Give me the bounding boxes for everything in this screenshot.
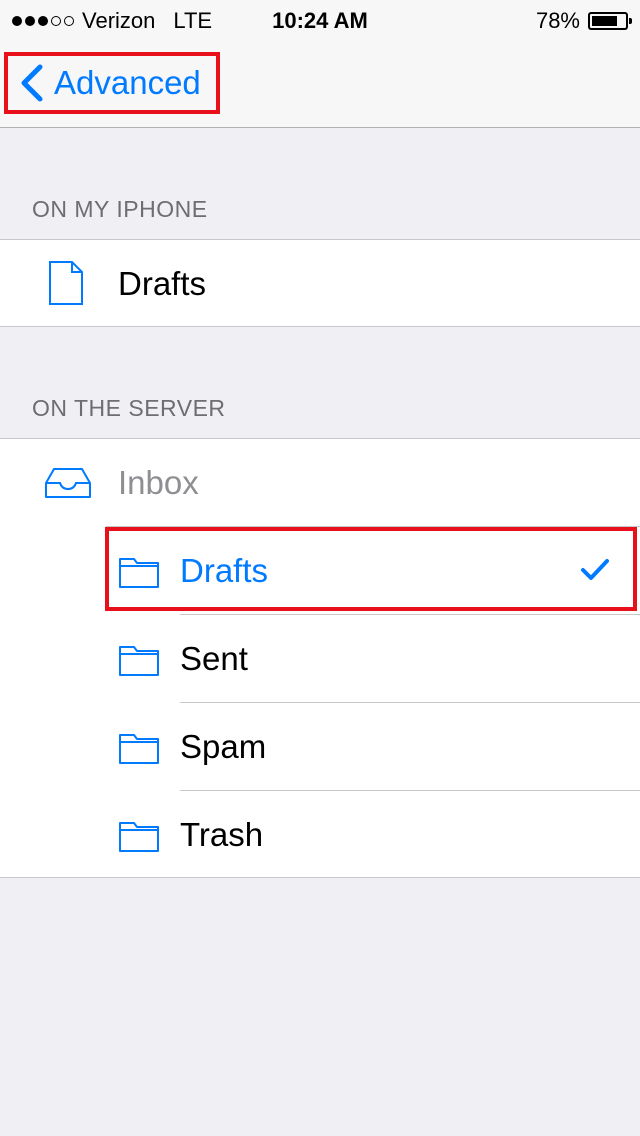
mailbox-label: Inbox bbox=[118, 464, 199, 501]
back-button[interactable]: Advanced bbox=[4, 52, 220, 114]
navigation-bar: Advanced bbox=[0, 40, 640, 128]
status-bar: Verizon LTE 10:24 AM 78% bbox=[0, 0, 640, 40]
battery-status: 78% bbox=[535, 8, 632, 34]
inbox-tray-icon bbox=[45, 468, 91, 498]
checkmark-icon bbox=[581, 559, 609, 580]
mailbox-label: Trash bbox=[180, 816, 264, 853]
folder-icon bbox=[119, 822, 159, 852]
server-mailbox-list: Inbox Drafts Sent Spam Trash bbox=[0, 438, 640, 878]
section-header-server: ON THE SERVER bbox=[32, 395, 226, 421]
mailbox-label: Drafts bbox=[180, 552, 269, 589]
chevron-left-icon bbox=[21, 64, 43, 102]
folder-icon bbox=[119, 558, 159, 588]
mailbox-row-trash[interactable]: Trash bbox=[0, 791, 640, 879]
section-header-local: ON MY IPHONE bbox=[32, 196, 208, 222]
battery-icon bbox=[588, 12, 632, 30]
mailbox-row-local-drafts[interactable]: Drafts bbox=[0, 240, 640, 328]
battery-percent: 78% bbox=[535, 8, 580, 33]
mailbox-row-spam[interactable]: Spam bbox=[0, 703, 640, 791]
local-mailbox-list: Drafts bbox=[0, 239, 640, 327]
mailbox-label: Drafts bbox=[118, 265, 207, 302]
mailbox-row-sent[interactable]: Sent bbox=[0, 615, 640, 703]
folder-icon bbox=[119, 646, 159, 676]
document-icon bbox=[49, 261, 83, 305]
folder-icon bbox=[119, 734, 159, 764]
back-button-label: Advanced bbox=[54, 64, 201, 101]
mailbox-label: Spam bbox=[180, 728, 267, 765]
mailbox-label: Sent bbox=[180, 640, 248, 677]
mailbox-row-server-drafts[interactable]: Drafts bbox=[0, 527, 640, 615]
mailbox-row-inbox: Inbox bbox=[0, 439, 640, 527]
